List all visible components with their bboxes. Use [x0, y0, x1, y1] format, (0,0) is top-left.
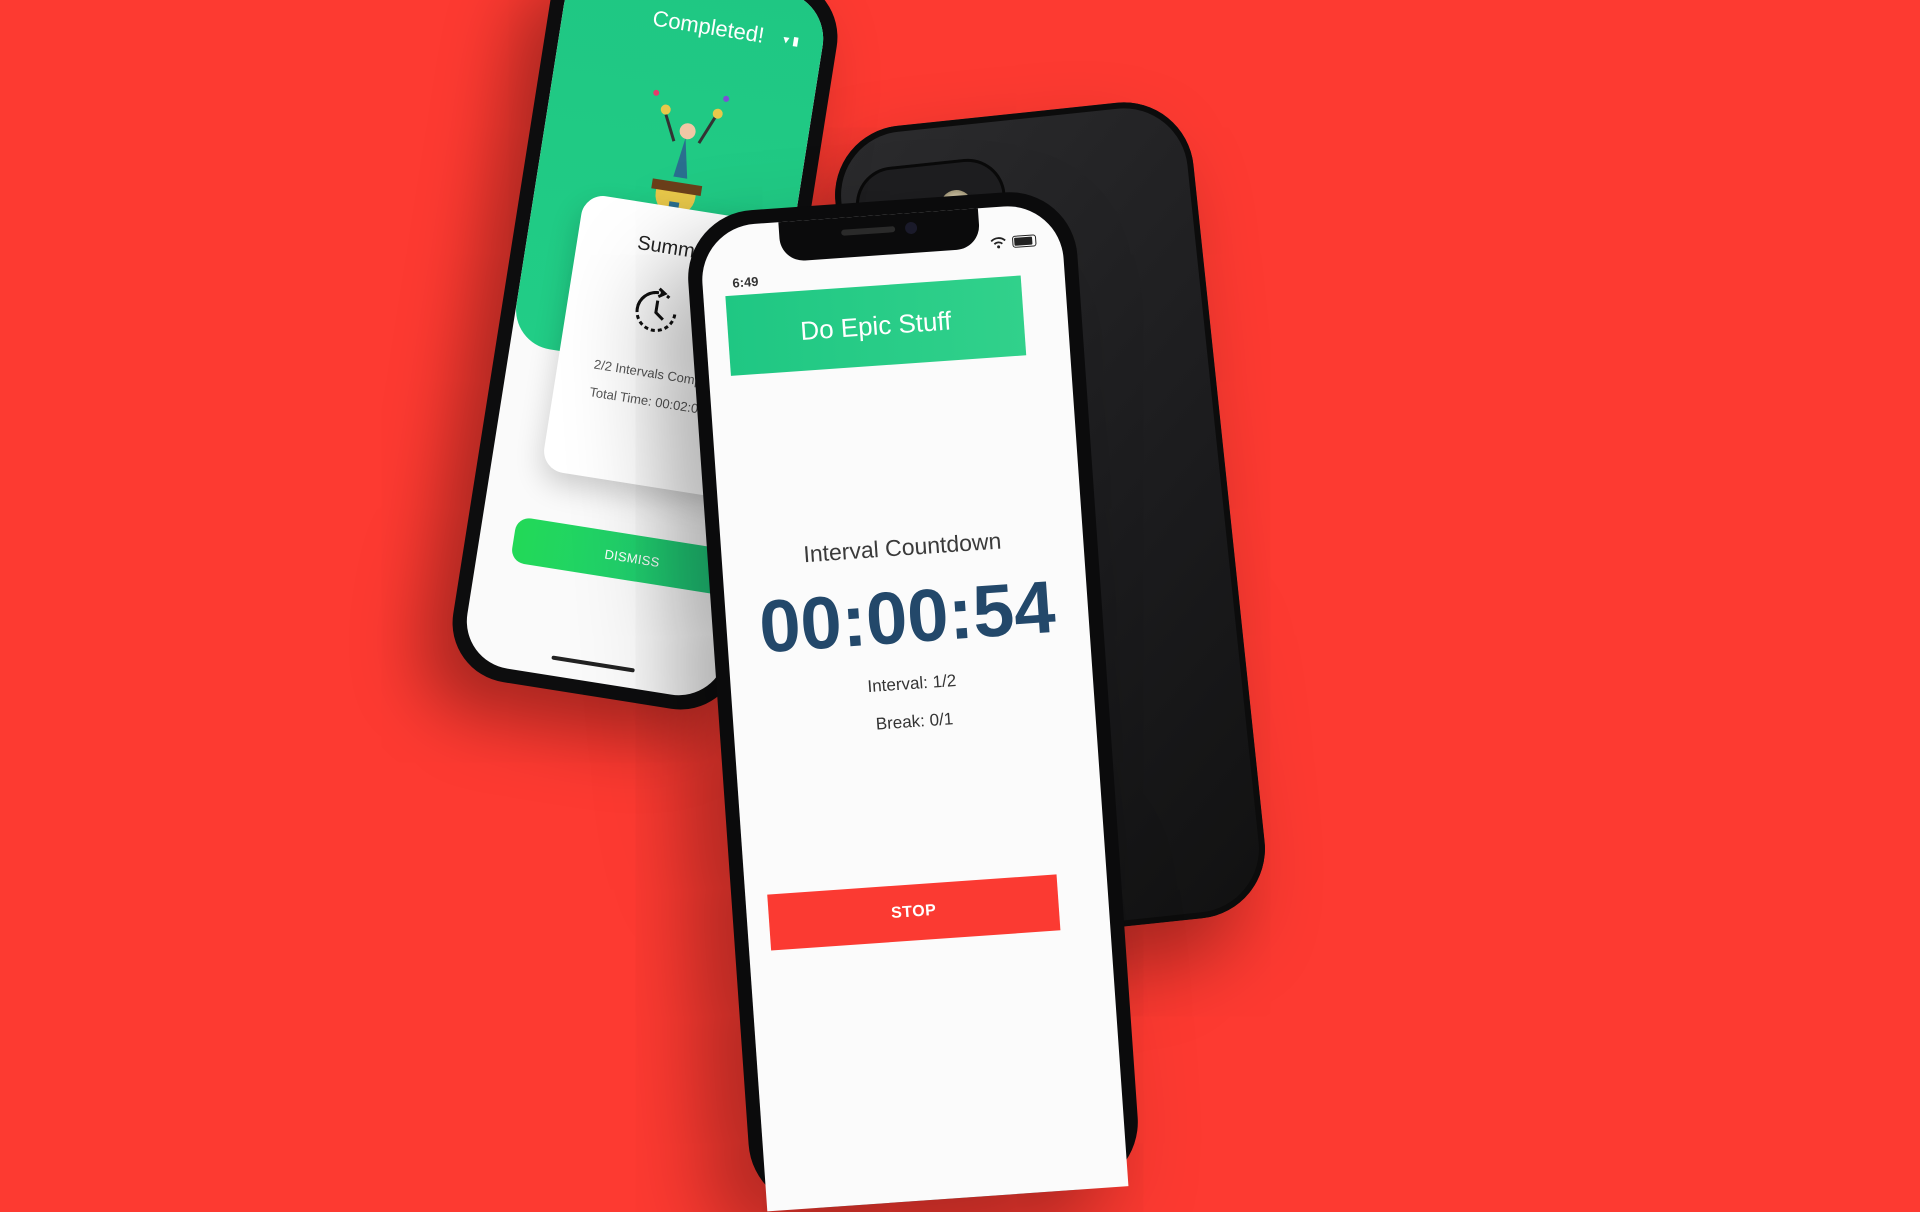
interval-counter: Interval: 1/2	[866, 670, 957, 697]
completed-title: Completed!	[650, 5, 767, 48]
home-indicator	[551, 655, 635, 673]
break-counter: Break: 0/1	[875, 709, 954, 734]
clock-history-icon	[635, 287, 677, 332]
status-time: 6:49	[731, 273, 759, 291]
countdown-phone: 6:49 Do Epic Stuff Interval Countdown 00…	[683, 187, 1143, 1212]
front-camera-icon	[904, 221, 918, 235]
total-time-text: Total Time: 00:02:05	[588, 384, 707, 418]
stop-button[interactable]: STOP	[767, 874, 1061, 951]
status-bar-right	[990, 234, 1037, 249]
speaker-icon	[841, 226, 896, 236]
wifi-icon	[990, 237, 1006, 249]
status-bar-icons: ▾ ▮	[782, 32, 801, 49]
battery-icon	[1011, 234, 1037, 248]
header-bar: Do Epic Stuff	[725, 275, 1027, 376]
countdown-timer: 00:00:54	[756, 564, 1058, 669]
header-title: Do Epic Stuff	[799, 304, 953, 346]
countdown-screen: 6:49 Do Epic Stuff Interval Countdown 00…	[698, 202, 1129, 1212]
notch	[778, 206, 981, 263]
